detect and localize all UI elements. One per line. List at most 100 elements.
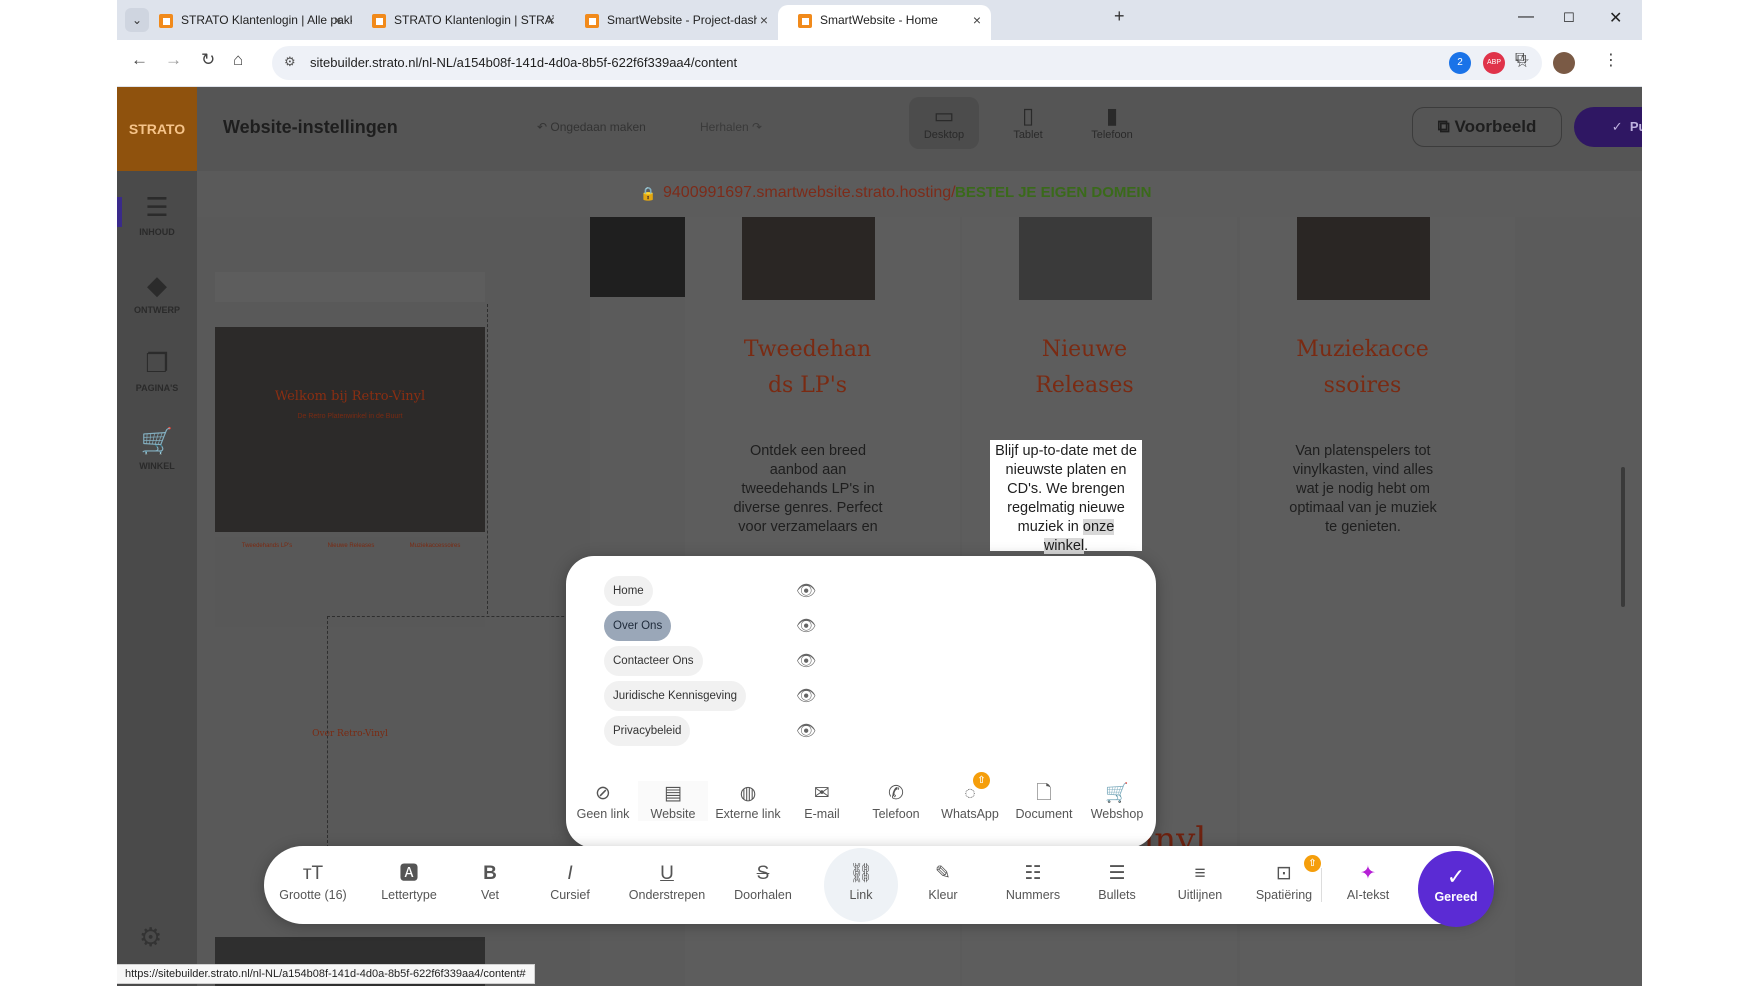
thumb-header[interactable] (215, 272, 485, 302)
close-tab-icon[interactable]: × (973, 5, 981, 35)
site-address[interactable]: 9400991697.smartwebsite.strato.hosting/ (663, 184, 956, 202)
browser-menu-icon[interactable]: ⋮ (1603, 50, 1619, 70)
column-text[interactable]: Van platenspelers tot vinylkasten, vind … (1288, 442, 1438, 537)
fmt-numbers-button[interactable]: ☷ Nummers (1000, 860, 1066, 902)
fmt-label: Uitlijnen (1177, 888, 1223, 902)
link-type-document[interactable]: 🗋 Document (1009, 781, 1079, 821)
format-toolbar: ᴛT Grootte (16) 🅰 Lettertype B Vet I Cursief… (264, 846, 1494, 924)
tab-smartwebsite-home[interactable]: SmartWebsite - Home × (778, 5, 991, 40)
fmt-size-button[interactable]: ᴛT Grootte (16) (278, 860, 348, 902)
device-phone-button[interactable]: ▮ Telefoon (1077, 97, 1147, 149)
thumb-col-title: Tweedehands LP's (241, 543, 293, 549)
font-icon: 🅰 (399, 863, 419, 884)
redo-button[interactable]: Herhalen ↷ (700, 120, 762, 134)
thumb-columns[interactable]: Tweedehands LP's Nieuwe Releases Muzieka… (215, 537, 485, 627)
minimize-icon[interactable]: — (1518, 8, 1534, 26)
selected-text-highlight: winkel (1043, 538, 1085, 554)
visibility-icon[interactable]: 👁 (796, 686, 816, 706)
fmt-bold-button[interactable]: B Vet (460, 860, 520, 902)
column-title[interactable]: Muziekacce ssoires (1275, 332, 1450, 404)
lock-icon: 🔒 (640, 186, 657, 201)
scrollbar-thumb[interactable] (1621, 467, 1625, 607)
device-tablet-button[interactable]: ▯ Tablet (993, 97, 1063, 149)
page-option-home[interactable]: Home (604, 576, 653, 606)
link-type-none[interactable]: ⊘ Geen link (568, 781, 638, 821)
strato-logo[interactable]: STRATO (117, 87, 197, 171)
link-type-email[interactable]: ✉ E-mail (787, 781, 857, 821)
publish-button[interactable]: ✓ Publiceren (1574, 107, 1642, 147)
rail-item-label: WINKEL (139, 461, 175, 471)
settings-gear-icon[interactable]: ⚙ (139, 922, 162, 953)
fmt-italic-button[interactable]: I Cursief (537, 860, 603, 902)
reload-icon[interactable]: ↻ (201, 50, 215, 70)
close-tab-icon[interactable]: × (760, 5, 768, 35)
preview-button[interactable]: ⧉ Voorbeeld (1412, 107, 1562, 147)
column-title[interactable]: Nieuwe Releases (997, 332, 1172, 404)
fmt-label: Spatiëring (1255, 888, 1313, 902)
column-text[interactable]: Ontdek een breed aanbod aan tweedehands … (733, 442, 883, 537)
tab-strato-login-all[interactable]: STRATO Klantenlogin | Alle pakketten × (139, 5, 352, 40)
thumb-hero[interactable]: Welkom bij Retro-Vinyl De Retro Platenwi… (215, 327, 485, 532)
fmt-label: Bullets (1098, 888, 1136, 902)
extension-badge-icon[interactable]: 2 (1449, 52, 1471, 74)
buy-domain-link[interactable]: BESTEL JE EIGEN DOMEIN (955, 184, 1151, 201)
page-option-contact[interactable]: Contacteer Ons (604, 646, 703, 676)
content-icon: ☰ (145, 192, 169, 222)
rail-item-design[interactable]: ◆ ONTWERP (117, 270, 197, 315)
address-bar[interactable]: ⚙ sitebuilder.strato.nl/nl-NL/a154b08f-1… (272, 46, 1542, 80)
fmt-strike-button[interactable]: S Doorhalen (727, 860, 799, 902)
rail-item-content[interactable]: ☰ INHOUD (117, 192, 197, 237)
link-type-external[interactable]: ◍ Externe link (708, 781, 788, 821)
site-info-icon[interactable]: ⚙ (284, 54, 296, 70)
maximize-icon[interactable]: ☐ (1563, 10, 1575, 26)
strato-favicon-icon (159, 14, 173, 28)
column-title[interactable]: Tweedehan ds LP's (720, 332, 895, 404)
rail-item-pages[interactable]: ❐ PAGINA'S (117, 348, 197, 393)
fmt-bullets-button[interactable]: ☰ Bullets (1087, 860, 1147, 902)
tab-strato-login[interactable]: STRATO Klantenlogin | STRATO × (352, 5, 565, 40)
tab-project-dashboard[interactable]: SmartWebsite - Project-dashboard × (565, 5, 778, 40)
cart-icon: 🛒 (140, 426, 174, 456)
visibility-icon[interactable]: 👁 (796, 581, 816, 601)
column-title-line: Nieuwe (1041, 337, 1128, 362)
fmt-color-button[interactable]: ✎ Kleur (913, 860, 973, 902)
canvas-scrollbar[interactable] (1619, 217, 1627, 986)
close-tab-icon[interactable]: × (334, 5, 342, 35)
device-desktop-button[interactable]: ▭ Desktop (909, 97, 979, 149)
close-window-icon[interactable]: ✕ (1609, 8, 1622, 28)
fmt-link-button[interactable]: ⛓ Link (831, 860, 891, 902)
visibility-icon[interactable]: 👁 (796, 651, 816, 671)
visibility-icon[interactable]: 👁 (796, 721, 816, 741)
back-icon[interactable]: ← (131, 50, 148, 70)
rail-item-shop[interactable]: 🛒 WINKEL (117, 426, 197, 471)
selected-text-main: Blijf up-to-date met de nieuwste platen … (995, 443, 1137, 535)
fmt-align-button[interactable]: ≡ Uitlijnen (1168, 860, 1232, 902)
fmt-underline-button[interactable]: U Onderstrepen (624, 860, 710, 902)
no-link-icon: ⊘ (595, 783, 611, 804)
link-type-website[interactable]: ▤ Website (638, 781, 708, 821)
column-image (742, 217, 875, 300)
fmt-font-button[interactable]: 🅰 Lettertype (374, 860, 444, 902)
profile-avatar[interactable] (1553, 52, 1575, 74)
page-option-over-ons[interactable]: Over Ons (604, 611, 672, 641)
undo-button[interactable]: ↶ Ongedaan maken (537, 120, 646, 134)
home-icon[interactable]: ⌂ (233, 50, 243, 70)
adblock-icon[interactable]: ABP (1483, 52, 1505, 74)
visibility-icon[interactable]: 👁 (796, 616, 816, 636)
close-tab-icon[interactable]: × (547, 5, 555, 35)
link-type-whatsapp[interactable]: ◌ WhatsApp (935, 781, 1005, 821)
extensions-puzzle-icon[interactable]: ⧉ (1515, 50, 1526, 68)
selected-text-block[interactable]: Blijf up-to-date met de nieuwste platen … (990, 440, 1142, 554)
tab-title: STRATO Klantenlogin | STRATO (394, 13, 554, 27)
page-option-legal[interactable]: Juridische Kennisgeving (604, 681, 747, 711)
url-text[interactable]: sitebuilder.strato.nl/nl-NL/a154b08f-141… (310, 55, 737, 70)
done-button[interactable]: ✓ Gereed (1418, 851, 1494, 927)
column-title-line: Muziekacce (1296, 337, 1429, 362)
page-option-privacy[interactable]: Privacybeleid (604, 716, 691, 746)
link-type-webshop[interactable]: 🛒 Webshop (1082, 781, 1152, 821)
fmt-ai-text-button[interactable]: ✦ AI-tekst (1338, 860, 1398, 902)
forward-icon[interactable]: → (165, 50, 182, 70)
new-tab-icon[interactable]: + (1114, 6, 1125, 27)
link-type-phone[interactable]: ✆ Telefoon (861, 781, 931, 821)
eyedropper-icon: ✎ (935, 863, 951, 884)
